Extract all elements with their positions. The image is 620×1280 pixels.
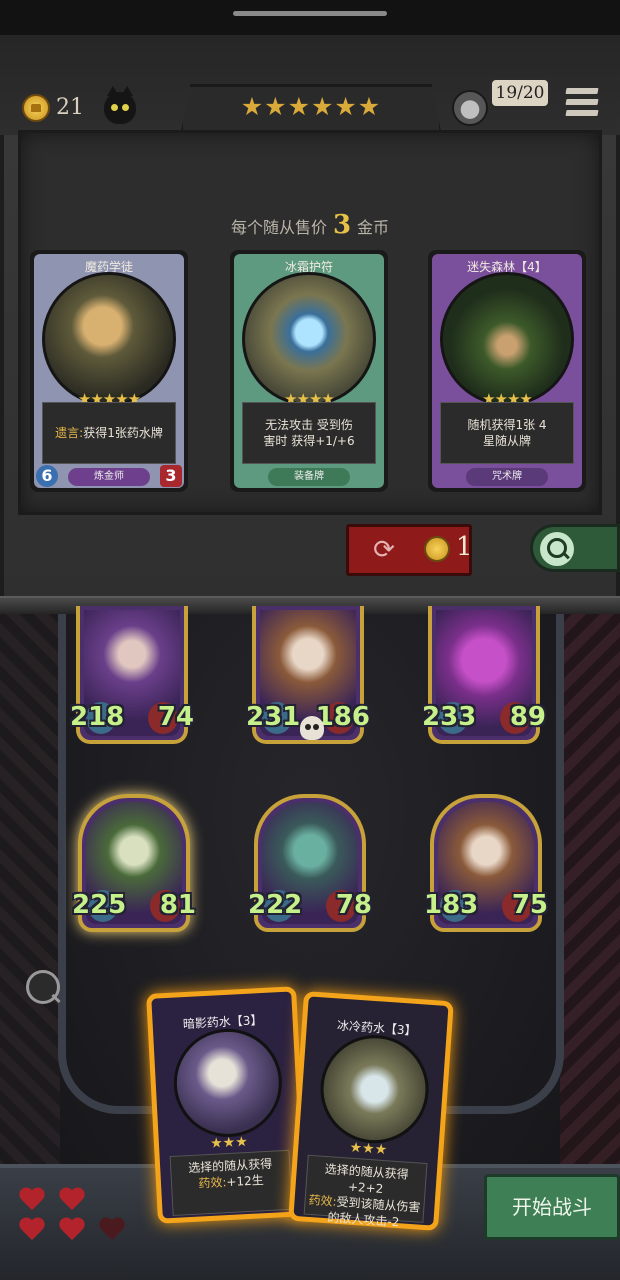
gold-amount: 21 <box>56 95 84 120</box>
minion-attack: 222 <box>248 890 303 920</box>
minion-attack: 231 <box>246 702 301 732</box>
refresh-cost: 1 <box>456 532 473 562</box>
search-icon <box>540 532 574 566</box>
portrait-skeleton <box>171 1026 285 1140</box>
minion-health: 75 <box>511 890 548 920</box>
sell-price-label: 每个随从售价 3 金币 <box>230 210 390 240</box>
minion-card[interactable]: 183 75 <box>424 794 548 932</box>
lost-life-heart-icon <box>100 1218 126 1242</box>
minion-card[interactable]: 225 81 <box>72 794 196 932</box>
menu-icon[interactable] <box>565 88 599 118</box>
refresh-shop-button[interactable] <box>346 524 472 576</box>
minion-health: 89 <box>509 702 546 732</box>
health-gem: 3 <box>160 465 182 487</box>
board-left-decoration <box>0 614 60 1174</box>
shop-card-potion-apprentice[interactable]: 魔药学徒 ★★★★★ 遗言:获得1张药水牌 炼金师 6 3 <box>30 250 188 492</box>
refresh-icon: ⟳ <box>373 535 395 565</box>
portrait-frost-potion <box>316 1031 433 1147</box>
board-search-icon[interactable] <box>26 970 60 1004</box>
shop-card-lost-forest[interactable]: 迷失森林【4】 ★★★★ 随机获得1张 4星随从牌 咒术牌 <box>428 250 586 492</box>
portrait-lost-forest <box>440 272 574 406</box>
tavern-tier-stars: ★★★★★★ <box>240 92 382 121</box>
minion-card[interactable]: 218 74 <box>70 606 194 744</box>
shop-card-frost-amulet[interactable]: 冰霜护符 ★★★★ 无法攻击 受到伤害时 获得+1/+6 装备牌 <box>230 250 388 492</box>
minion-attack: 225 <box>72 890 127 920</box>
portrait-hooded-apprentice <box>42 272 176 406</box>
start-battle-button[interactable]: 开始战斗 <box>484 1174 620 1240</box>
life-heart-icon <box>60 1188 86 1212</box>
round-counter: 19/20 <box>490 78 550 108</box>
minion-attack: 218 <box>70 702 125 732</box>
life-heart-icon <box>60 1218 86 1242</box>
minion-card[interactable]: 222 78 <box>248 794 372 932</box>
cat-pet-icon[interactable] <box>104 86 136 124</box>
skull-icon <box>300 716 324 740</box>
hand-card-shadow-potion[interactable]: 暗影药水【3】 ★★★ 选择的随从获得 药效:+12生 <box>146 986 308 1224</box>
board-right-decoration <box>560 614 620 1174</box>
minion-health: 74 <box>157 702 194 732</box>
attack-gem: 6 <box>36 465 58 487</box>
system-home-indicator <box>233 11 387 16</box>
hand-card-frost-potion[interactable]: 冰冷药水【3】 ★★★ 选择的随从获得+2+2 药效:受到该随从伤害的敌人攻击-2 <box>288 991 454 1231</box>
minion-attack: 233 <box>422 702 477 732</box>
portrait-frost-amulet <box>242 272 376 406</box>
life-heart-icon <box>20 1218 46 1242</box>
life-heart-icon <box>20 1188 46 1212</box>
minion-health: 78 <box>335 890 372 920</box>
minion-attack: 183 <box>424 890 479 920</box>
minion-health: 81 <box>159 890 196 920</box>
refresh-coin-icon <box>424 536 450 562</box>
sell-price-value: 3 <box>332 210 352 240</box>
minion-card[interactable]: 233 89 <box>422 606 546 744</box>
player-avatar[interactable] <box>452 90 488 126</box>
gold-coin-icon <box>22 94 50 122</box>
